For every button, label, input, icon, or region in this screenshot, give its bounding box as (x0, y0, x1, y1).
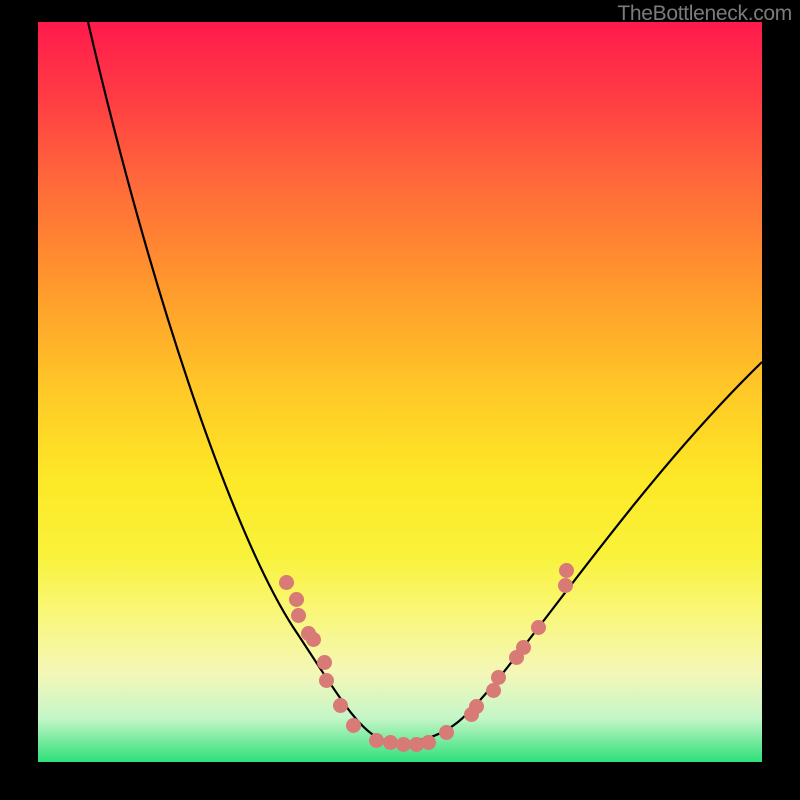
data-point (369, 733, 384, 748)
data-point (289, 592, 304, 607)
data-point (491, 670, 506, 685)
data-point (306, 632, 321, 647)
data-point (439, 725, 454, 740)
data-point (279, 575, 294, 590)
data-point (333, 698, 348, 713)
data-point (558, 578, 573, 593)
data-point (319, 673, 334, 688)
data-point (531, 620, 546, 635)
plot-area (38, 22, 762, 762)
watermark-label: TheBottleneck.com (617, 2, 792, 26)
data-points-layer (38, 22, 762, 762)
data-point (516, 640, 531, 655)
data-point (469, 699, 484, 714)
data-point (346, 718, 361, 733)
data-point (317, 655, 332, 670)
data-point (291, 608, 306, 623)
data-point (421, 735, 436, 750)
data-point (486, 683, 501, 698)
data-point (559, 563, 574, 578)
